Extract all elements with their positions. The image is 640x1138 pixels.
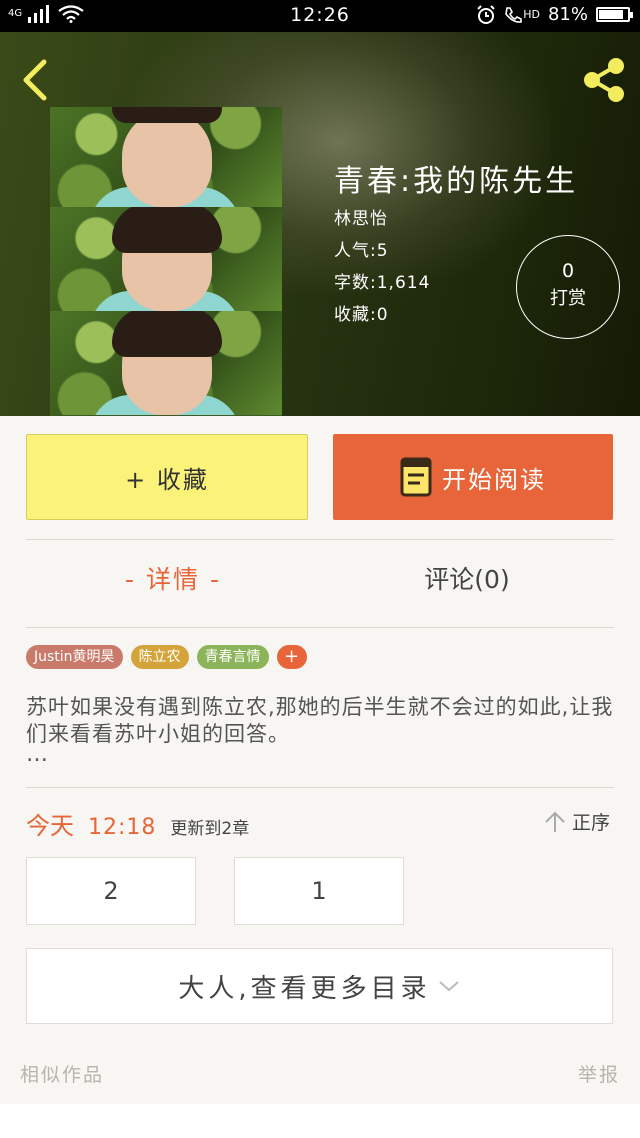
similar-works-link[interactable]: 相似作品	[20, 1060, 104, 1087]
book-author[interactable]: 林思怡	[334, 204, 388, 229]
battery-icon	[596, 7, 633, 22]
hd-call-indicator: HD	[504, 6, 540, 24]
share-button[interactable]	[578, 54, 630, 106]
arrow-up-icon	[545, 811, 565, 832]
bottom-bar	[0, 1104, 640, 1138]
hd-label: HD	[523, 8, 540, 21]
tag[interactable]: 青春言情	[196, 645, 269, 669]
add-tag-button[interactable]: +	[276, 645, 307, 669]
divider	[26, 787, 614, 788]
book-title: 青春:我的陈先生	[334, 164, 579, 199]
update-time: 12:18	[88, 815, 157, 840]
share-icon	[584, 58, 624, 102]
tag[interactable]: 陈立农	[130, 645, 189, 669]
book-popularity: 人气:5	[334, 241, 389, 261]
tag-list: Justin黄明昊 陈立农 青春言情 +	[26, 645, 307, 669]
tag[interactable]: Justin黄明昊	[26, 645, 123, 669]
alarm-icon	[477, 4, 495, 24]
sort-order-button[interactable]: 正序	[544, 808, 610, 835]
battery-percent: 81%	[547, 4, 588, 25]
update-day: 今天	[26, 812, 74, 840]
expand-synopsis-button[interactable]: …	[26, 742, 48, 767]
divider	[26, 627, 614, 628]
book-cover[interactable]	[50, 107, 282, 416]
sort-order-label: 正序	[572, 812, 611, 834]
start-reading-button[interactable]: 开始阅读	[333, 434, 613, 520]
back-button[interactable]	[16, 56, 56, 104]
add-to-favorites-button[interactable]: + 收藏	[26, 434, 308, 520]
book-synopsis: 苏叶如果没有遇到陈立农,那她的后半生就不会过的如此,让我们来看看苏叶小姐的回答。	[26, 695, 614, 746]
status-right: HD 81%	[476, 4, 633, 25]
tip-label: 打赏	[550, 288, 586, 309]
tip-count: 0	[561, 260, 575, 282]
book-word-count: 字数:1,614	[334, 273, 431, 293]
chapter-item[interactable]: 1	[234, 857, 404, 925]
report-link[interactable]: 举报	[578, 1060, 620, 1087]
book-icon	[400, 457, 432, 497]
book-favorites: 收藏:0	[334, 305, 389, 325]
divider	[26, 539, 614, 540]
chevron-down-icon	[438, 981, 459, 992]
tip-button[interactable]: 0 打赏	[516, 235, 620, 339]
chapter-item[interactable]: 2	[26, 857, 196, 925]
update-status: 更新到2章	[170, 819, 250, 839]
tab-details[interactable]: - 详情 -	[26, 560, 320, 596]
view-more-catalog-button[interactable]: 大人,查看更多目录	[26, 948, 613, 1024]
start-reading-label: 开始阅读	[442, 465, 546, 494]
view-more-catalog-label: 大人,查看更多目录	[178, 973, 431, 1004]
book-header: 青春:我的陈先生 林思怡 人气:5 字数:1,614 收藏:0 0 打赏	[0, 32, 640, 416]
cover-photo-panel	[50, 207, 282, 311]
add-to-favorites-label: + 收藏	[125, 465, 209, 494]
cover-photo-panel	[50, 107, 282, 207]
update-info: 今天 12:18 更新到2章	[26, 806, 249, 841]
tab-comments[interactable]: 评论(0)	[320, 560, 614, 596]
phone-icon	[505, 6, 523, 23]
status-bar: 4G 12:26 HD 81%	[0, 0, 640, 32]
back-arrow-icon	[23, 59, 47, 101]
cover-photo-panel	[50, 311, 282, 415]
